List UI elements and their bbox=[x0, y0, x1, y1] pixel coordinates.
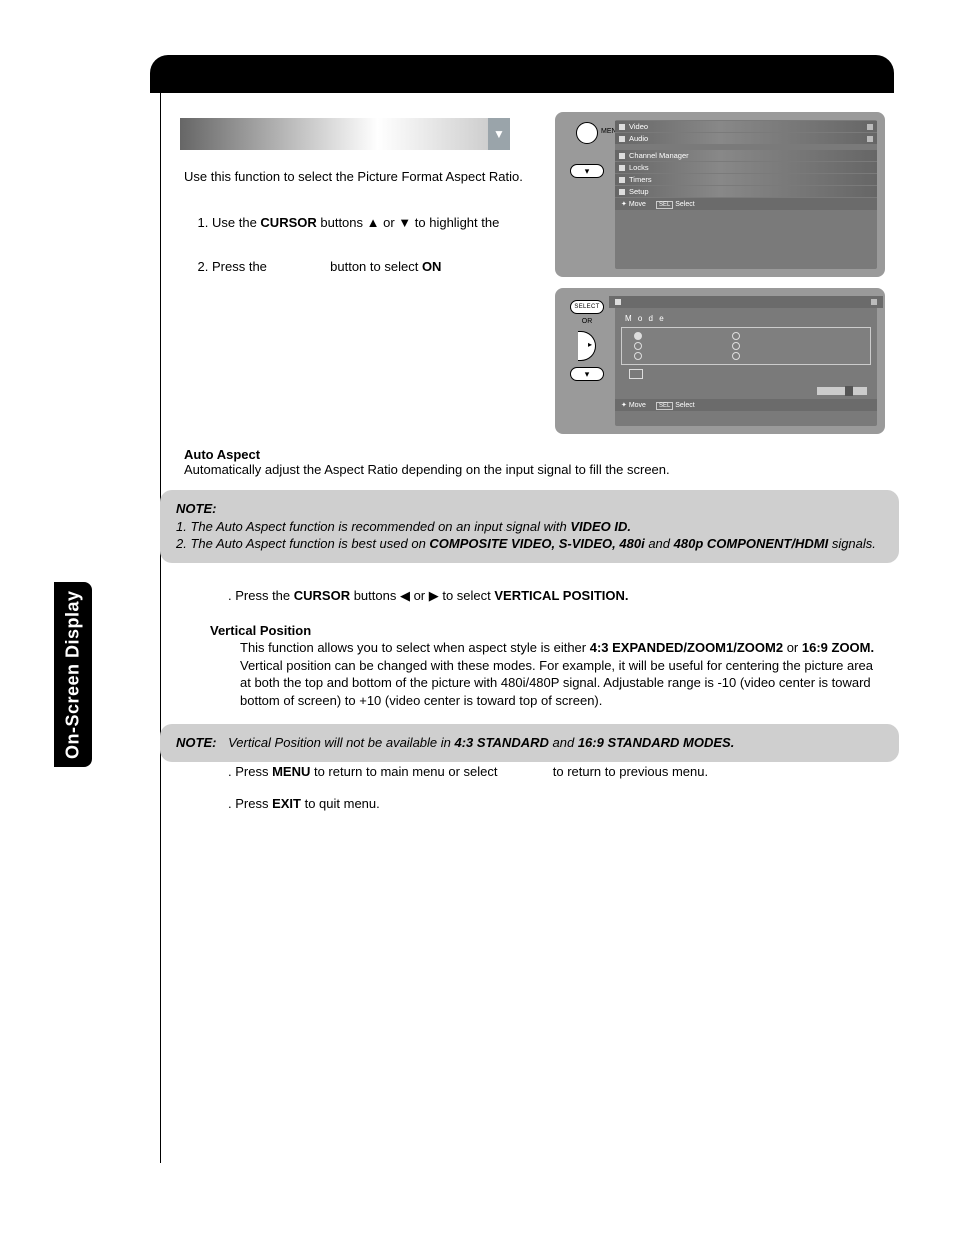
text: Press the bbox=[212, 259, 271, 274]
step-list: Use the CURSOR buttons ▲ or ▼ to highlig… bbox=[184, 214, 524, 301]
label: Select bbox=[675, 402, 694, 409]
label: Setup bbox=[629, 187, 649, 196]
remote-buttons: MENU ▾ bbox=[563, 120, 611, 269]
text-bold: 480p COMPONENT/HDMI bbox=[674, 536, 829, 551]
auto-aspect-heading: Auto Aspect bbox=[184, 447, 894, 462]
label: SEL bbox=[656, 201, 673, 209]
text-bold: 16:9 ZOOM. bbox=[802, 640, 874, 655]
text: Vertical Position will not be available … bbox=[228, 735, 454, 750]
cursor-step: . Press the CURSOR buttons ◀ or ▶ to sel… bbox=[210, 588, 884, 604]
text: and bbox=[645, 536, 674, 551]
osd-screen: Video Audio Channel Manager Locks Timers… bbox=[615, 120, 877, 269]
text: to return to main menu or select bbox=[310, 764, 501, 779]
auto-aspect-text: Automatically adjust the Aspect Ratio de… bbox=[184, 462, 894, 477]
text: This function allows you to select when … bbox=[240, 640, 590, 655]
text-bold: COMPOSITE VIDEO, S-VIDEO, 480i bbox=[429, 536, 644, 551]
text: 2. The Auto Aspect function is best used… bbox=[176, 536, 429, 551]
menu-item-video: Video bbox=[615, 121, 877, 132]
step-1: Use the CURSOR buttons ▲ or ▼ to highlig… bbox=[212, 214, 524, 232]
label: Channel Manager bbox=[629, 151, 689, 160]
menu-step: . Press MENU to return to main menu or s… bbox=[210, 764, 884, 779]
text: 1. The Auto Aspect function is recommend… bbox=[176, 519, 570, 534]
radio-icon bbox=[634, 342, 642, 350]
osd-footer: ✦ Move SEL Select bbox=[615, 399, 877, 411]
chevron-down-icon: ▼ bbox=[488, 118, 510, 150]
radio-row bbox=[624, 351, 868, 361]
text-bold: CURSOR bbox=[294, 588, 350, 603]
text: to quit menu. bbox=[301, 796, 380, 811]
menu-item-setup: Setup bbox=[615, 186, 877, 197]
osd-footer: ✦ Move SEL Select bbox=[615, 198, 877, 210]
text-bold: CURSOR bbox=[260, 215, 316, 230]
header-black-bar bbox=[150, 55, 894, 93]
text: buttons ◀ or ▶ to select bbox=[350, 588, 494, 603]
text: or bbox=[783, 640, 802, 655]
label: Video bbox=[629, 122, 648, 131]
right-button-icon bbox=[578, 331, 596, 361]
step-2: Press the button to select ON bbox=[212, 258, 524, 276]
menu-button-icon: MENU bbox=[576, 122, 598, 144]
text-bold: VIDEO ID. bbox=[570, 519, 631, 534]
menu-item-channel-manager: Channel Manager bbox=[615, 150, 877, 161]
radio-icon bbox=[732, 352, 740, 360]
section-gradient-bar: ▼ bbox=[180, 118, 510, 150]
text: to return to previous menu. bbox=[549, 764, 708, 779]
label: Audio bbox=[629, 134, 648, 143]
text-bold: 4:3 STANDARD bbox=[455, 735, 549, 750]
text-bold: 4:3 EXPANDED/ZOOM1/ZOOM2 bbox=[590, 640, 783, 655]
label: Timers bbox=[629, 175, 652, 184]
text: Vertical position can be changed with th… bbox=[240, 658, 873, 708]
text-bold: ON bbox=[422, 259, 442, 274]
radio-icon bbox=[634, 352, 642, 360]
rect-icon bbox=[629, 369, 643, 379]
text: buttons ▲ or ▼ to highlight the bbox=[317, 215, 500, 230]
note-label: NOTE: bbox=[176, 501, 216, 516]
top-bar bbox=[609, 296, 883, 308]
down-button-icon: ▾ bbox=[570, 367, 604, 381]
label: SEL bbox=[656, 402, 673, 410]
vertical-rule bbox=[160, 93, 161, 1163]
down-button-icon: ▾ bbox=[570, 164, 604, 178]
label: Move bbox=[629, 201, 646, 208]
radio-icon bbox=[732, 342, 740, 350]
text: Use the bbox=[212, 215, 260, 230]
text: . Press bbox=[228, 796, 272, 811]
osd-screenshot-main-menu: MENU ▾ Video Audio Channel Manager Locks… bbox=[555, 112, 885, 277]
text: . Press bbox=[228, 764, 272, 779]
radio-icon bbox=[732, 332, 740, 340]
note-box-2: NOTE: Vertical Position will not be avai… bbox=[160, 724, 899, 762]
osd-screen: M o d e ✦ Move SEL Select bbox=[615, 296, 877, 426]
note-label: NOTE: bbox=[176, 735, 216, 750]
mode-title: M o d e bbox=[625, 314, 871, 323]
menu-item-timers: Timers bbox=[615, 174, 877, 185]
text: signals. bbox=[828, 536, 876, 551]
menu-item-locks: Locks bbox=[615, 162, 877, 173]
note-box-1: NOTE: 1. The Auto Aspect function is rec… bbox=[160, 490, 899, 563]
intro-text: Use this function to select the Picture … bbox=[184, 168, 524, 186]
radio-row bbox=[624, 331, 868, 341]
or-label: OR bbox=[563, 318, 611, 325]
exit-step: . Press EXIT to quit menu. bbox=[210, 796, 884, 811]
label: Locks bbox=[629, 163, 649, 172]
select-button-icon: SELECT bbox=[570, 300, 604, 314]
label: Select bbox=[675, 201, 694, 208]
osd-screenshot-mode: SELECT OR ▾ M o d e ✦ Move SEL Select bbox=[555, 288, 885, 434]
label: Move bbox=[629, 402, 646, 409]
text-bold: MENU bbox=[272, 764, 310, 779]
slider-row bbox=[625, 387, 867, 395]
slider-icon bbox=[817, 387, 867, 395]
radio-icon bbox=[634, 332, 642, 340]
vertical-position-text: This function allows you to select when … bbox=[240, 639, 884, 709]
text: . Press the bbox=[228, 588, 294, 603]
text-bold: EXIT bbox=[272, 796, 301, 811]
remote-buttons: SELECT OR ▾ bbox=[563, 296, 611, 426]
text: button to select bbox=[327, 259, 422, 274]
menu-item-audio: Audio bbox=[615, 133, 877, 144]
vertical-position-heading: Vertical Position bbox=[210, 623, 311, 638]
text-bold: 16:9 STANDARD MODES. bbox=[578, 735, 735, 750]
text: and bbox=[549, 735, 578, 750]
side-tab: On-Screen Display bbox=[54, 582, 92, 767]
radio-row bbox=[624, 341, 868, 351]
text-bold: VERTICAL POSITION. bbox=[494, 588, 628, 603]
